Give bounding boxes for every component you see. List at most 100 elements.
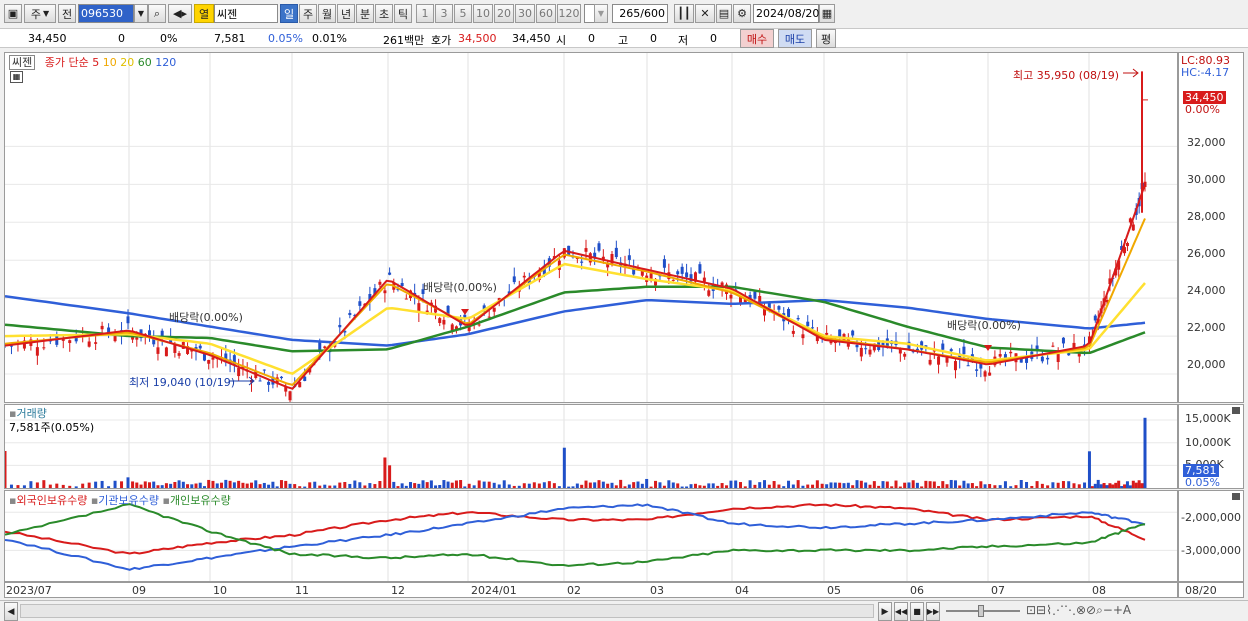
volume-bar	[777, 484, 781, 488]
stop-icon[interactable]: ■	[910, 602, 924, 621]
period-minute[interactable]: 분	[356, 4, 374, 23]
volume-bar	[249, 482, 253, 488]
gear-icon[interactable]: ⚙	[733, 4, 751, 23]
period-tick[interactable]: 틱	[394, 4, 412, 23]
interval-10[interactable]: 10	[473, 4, 493, 23]
price-chart[interactable]	[5, 53, 1177, 402]
vol-last-pct: 0.05%	[1185, 476, 1220, 489]
period-month[interactable]: 월	[318, 4, 336, 23]
period-year[interactable]: 년	[337, 4, 355, 23]
volume-bar	[353, 480, 357, 488]
interval-3[interactable]: 3	[435, 4, 453, 23]
volume-chart[interactable]	[5, 405, 1177, 488]
volume-bar	[820, 483, 824, 488]
info-bar: 34,450 0 0% 7,581 0.05% 0.01% 261백만 호가 3…	[0, 28, 1248, 48]
yeol-button[interactable]: 열	[194, 4, 214, 23]
crosshair-icon[interactable]: ✕	[695, 4, 715, 23]
volume-bar	[1061, 481, 1065, 488]
collapse-icon[interactable]	[1232, 407, 1240, 414]
y-tick: 20,000	[1187, 358, 1226, 371]
code-input[interactable]: 096530	[78, 4, 134, 23]
volume-bar	[1137, 480, 1141, 488]
period-day[interactable]: 일	[280, 4, 298, 23]
volume-bar	[126, 477, 130, 488]
price-panel[interactable]: 씨젠 종가 단순 5 10 20 60 120 ▦ 최고 35,950 (08/…	[4, 52, 1178, 403]
info-volume-pct: 0.05%	[268, 32, 303, 45]
candle-body	[512, 276, 516, 283]
avg-button[interactable]: 평	[816, 29, 836, 48]
scroll-right-icon[interactable]: ▶	[878, 602, 892, 621]
holdings-panel[interactable]: ▪외국인보유수량 ▪기관보유수량 ▪개인보유수량	[4, 490, 1178, 582]
volume-panel[interactable]: ▪거래량 7,581주(0.05%)	[4, 404, 1178, 489]
volume-bar	[610, 482, 614, 488]
period-second[interactable]: 초	[375, 4, 393, 23]
candle-body	[949, 349, 953, 352]
candle-icon[interactable]: ┃┃	[674, 4, 694, 23]
count-field[interactable]: 265/600	[612, 4, 668, 23]
stock-name-field[interactable]: 씨젠	[214, 4, 278, 23]
horizontal-scrollbar[interactable]	[20, 604, 874, 618]
date-input[interactable]: 2024/08/20	[753, 4, 819, 23]
volume-bar	[35, 482, 39, 488]
volume-bar	[1117, 480, 1121, 488]
volume-bar	[147, 482, 151, 488]
hc-label: HC:-4.17	[1181, 66, 1230, 79]
volume-bar	[308, 482, 312, 488]
volume-bar	[131, 481, 135, 488]
calendar-icon[interactable]: ▦	[819, 4, 835, 23]
volume-bar	[1105, 485, 1109, 488]
scroll-left-icon[interactable]: ◀	[4, 602, 18, 621]
vol-y-tick: 15,000K	[1185, 412, 1231, 425]
candle-body	[777, 306, 781, 310]
volume-bar	[152, 481, 156, 488]
search-icon[interactable]: ⌕	[148, 4, 166, 23]
volume-bar	[232, 482, 236, 488]
rewind-icon[interactable]: ◀◀	[894, 602, 908, 621]
volume-bar	[284, 480, 288, 488]
buy-button[interactable]: 매수	[740, 29, 774, 48]
chevron-down-icon[interactable]: ▼	[594, 4, 608, 23]
collapse-icon[interactable]	[1232, 493, 1240, 500]
volume-bar	[421, 480, 425, 488]
price-scale[interactable]: LC:80.93 HC:-4.17 34,450 0.00% 32,000 30…	[1178, 52, 1244, 403]
volume-bar	[211, 480, 215, 488]
zoom-slider-handle[interactable]	[978, 605, 984, 617]
volume-bar	[417, 483, 421, 488]
chevron-down-icon[interactable]: ▼	[134, 4, 148, 23]
table-icon[interactable]: ▦	[10, 71, 23, 83]
speaker-icon[interactable]: ◀▸	[168, 4, 192, 23]
interval-20[interactable]: 20	[494, 4, 514, 23]
candle-body	[1046, 357, 1050, 360]
prev-button[interactable]: 전	[58, 4, 76, 23]
drawing-tools[interactable]: ⊡⊟⌇⋰⋱⊗⊘⌕−+A	[1026, 603, 1131, 618]
candle-body	[383, 290, 387, 294]
save-icon[interactable]: ▤	[716, 4, 732, 23]
holdings-scale[interactable]: -2,000,000 -3,000,000	[1178, 490, 1244, 582]
sell-button[interactable]: 매도	[778, 29, 812, 48]
volume-bar	[81, 483, 85, 488]
candle-body	[438, 318, 442, 323]
volume-bar	[801, 485, 805, 488]
interval-30[interactable]: 30	[515, 4, 535, 23]
volume-bar	[61, 484, 65, 488]
layout-icon[interactable]: ▣	[4, 4, 22, 23]
interval-5[interactable]: 5	[454, 4, 472, 23]
interval-60[interactable]: 60	[536, 4, 556, 23]
volume-bar	[1030, 485, 1034, 488]
interval-1[interactable]: 1	[416, 4, 434, 23]
candle-body	[100, 325, 104, 330]
volume-bar	[890, 486, 894, 488]
volume-bar	[288, 483, 292, 488]
candle-body	[584, 248, 588, 252]
type-dropdown[interactable]: 주 ▼	[24, 4, 56, 23]
period-week[interactable]: 주	[299, 4, 317, 23]
volume-bar	[1019, 480, 1023, 488]
volume-bar	[949, 479, 953, 488]
interval-120[interactable]: 120	[557, 4, 581, 23]
volume-bar	[575, 483, 579, 488]
fast-forward-icon[interactable]: ▶▶	[926, 602, 940, 621]
volume-bar	[400, 483, 404, 488]
volume-bar	[328, 485, 332, 488]
volume-scale[interactable]: 15,000K 10,000K 5,000K 7,581 0.05%	[1178, 404, 1244, 489]
stock-tab[interactable]: 씨젠	[9, 55, 36, 70]
